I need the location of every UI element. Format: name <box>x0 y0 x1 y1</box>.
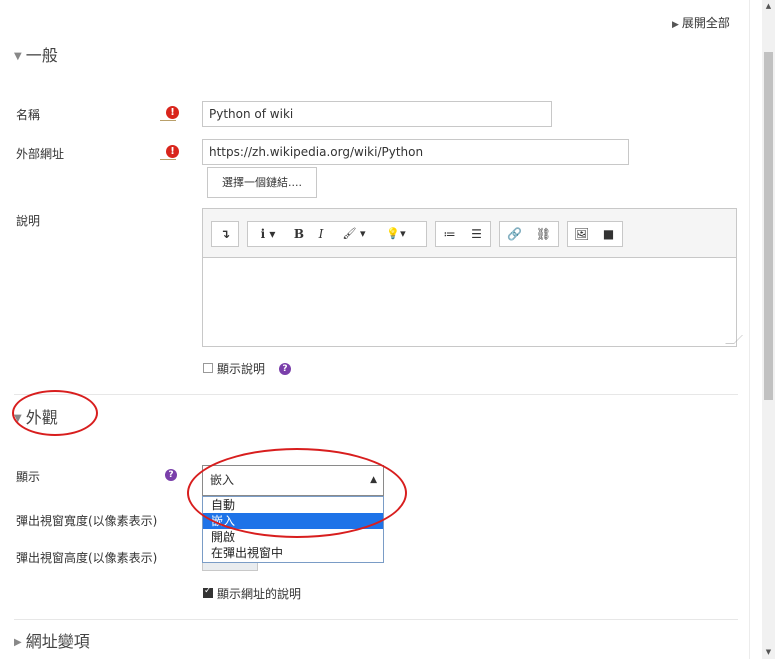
section-general-header[interactable]: ▼ 一般 <box>14 42 58 66</box>
display-option[interactable]: 在彈出視窗中 <box>203 545 383 561</box>
bullet-list-icon[interactable]: ≔ <box>436 222 463 246</box>
popup-width-label: 彈出視窗寬度(以像素表示) <box>16 514 158 528</box>
popup-height-input[interactable] <box>202 563 258 571</box>
resize-handle[interactable] <box>725 335 743 344</box>
display-dropdown: 自動 嵌入 開啟 在彈出視窗中 <box>202 496 384 563</box>
caret-right-icon: ▶ <box>14 637 22 648</box>
scrollbar-thumb[interactable] <box>764 52 773 400</box>
toolbar-group-links: 🔗 ⛓ <box>499 221 559 247</box>
video-icon[interactable]: ■ <box>595 222 622 246</box>
help-icon[interactable]: ? <box>165 469 177 481</box>
toolbar-group-media: 🖼 ■ <box>567 221 623 247</box>
show-url-description-label: 顯示網址的說明 <box>217 587 302 601</box>
toolbar-group-lists: ≔ ☰ <box>435 221 491 247</box>
display-option[interactable]: 自動 <box>203 497 383 513</box>
popup-height-label: 彈出視窗高度(以像素表示) <box>16 551 158 565</box>
page-edge <box>749 0 750 659</box>
help-icon[interactable]: ? <box>279 363 291 375</box>
caret-down-icon: ▼ <box>14 51 22 62</box>
required-underline <box>160 120 176 121</box>
editor-toolbar: ↴ i ▾ B I 🖌 ▾ 💡▾ ≔ ☰ 🔗 ⛓ 🖼 ■ <box>202 208 737 258</box>
caret-right-icon: ▶ <box>672 20 679 30</box>
collapse-icon[interactable]: ↴ <box>212 222 238 246</box>
name-label: 名稱 <box>16 108 41 122</box>
display-option[interactable]: 開啟 <box>203 529 383 545</box>
required-icon: ! <box>166 106 179 119</box>
section-appearance-header[interactable]: ▼ 外觀 <box>14 404 58 428</box>
required-icon: ! <box>166 145 179 158</box>
choose-link-button[interactable]: 選擇一個鏈結.... <box>207 167 317 198</box>
show-url-description-checkbox[interactable] <box>203 586 213 598</box>
section-url-vars-header[interactable]: ▶ 網址變項 <box>14 628 90 652</box>
toolbar-group-collapse: ↴ <box>211 221 239 247</box>
scroll-down-icon[interactable]: ▼ <box>764 648 773 656</box>
unlink-icon[interactable]: ⛓ <box>529 222 558 246</box>
description-editor[interactable] <box>202 257 743 347</box>
show-description-checkbox[interactable] <box>203 363 213 373</box>
description-label: 說明 <box>16 214 41 228</box>
required-underline <box>160 159 176 160</box>
external-url-input[interactable]: https://zh.wikipedia.org/wiki/Python <box>202 139 629 165</box>
bold-icon[interactable]: B <box>288 222 310 246</box>
caret-down-icon: ▼ <box>14 413 22 424</box>
scroll-up-icon[interactable]: ▲ <box>764 2 773 10</box>
display-label: 顯示 <box>16 470 41 484</box>
toolbar-group-format: i ▾ B I 🖌 ▾ 💡▾ <box>247 221 427 247</box>
lightbulb-icon[interactable]: 💡▾ <box>376 222 416 246</box>
show-description-label: 顯示說明 <box>217 362 266 376</box>
settings-form: ▶ 展開全部 ▼ 一般 名稱 ! Python of wiki 外部網址 ! htt… <box>0 0 750 659</box>
divider <box>14 619 738 620</box>
link-icon[interactable]: 🔗 <box>500 222 529 246</box>
name-input[interactable]: Python of wiki <box>202 101 552 127</box>
info-icon[interactable]: i ▾ <box>248 222 288 246</box>
select-arrows-icon: ▲ <box>370 475 377 485</box>
numbered-list-icon[interactable]: ☰ <box>463 222 490 246</box>
expand-all-link[interactable]: ▶ 展開全部 <box>672 14 730 31</box>
italic-icon[interactable]: I <box>310 222 332 246</box>
brush-icon[interactable]: 🖌 ▾ <box>332 222 376 246</box>
image-icon[interactable]: 🖼 <box>568 222 595 246</box>
external-url-label: 外部網址 <box>16 147 65 161</box>
display-option-selected[interactable]: 嵌入 <box>203 513 383 529</box>
display-select[interactable]: 嵌入 ▲ <box>202 465 384 496</box>
divider <box>14 394 738 395</box>
